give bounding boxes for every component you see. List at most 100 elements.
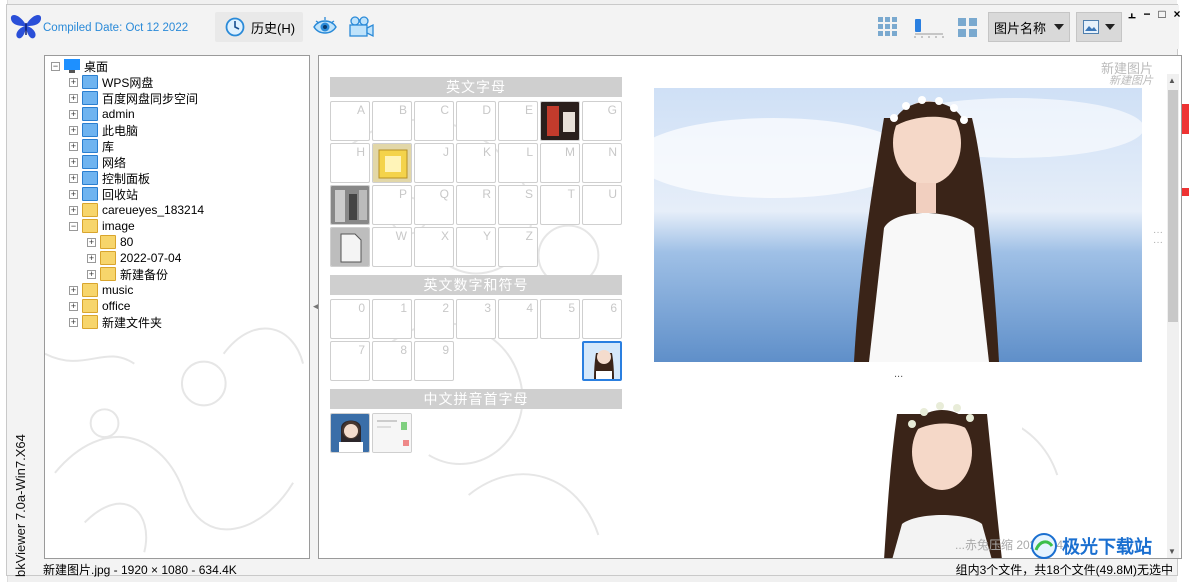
butterfly-logo	[10, 15, 42, 39]
tree-item[interactable]: + 控制面板	[51, 170, 204, 186]
grid-large-icon[interactable]	[958, 18, 977, 37]
tree-item[interactable]: + 新建备份	[51, 266, 204, 282]
preview-image-small[interactable]	[862, 394, 1022, 559]
index-cell-M[interactable]: M	[540, 143, 580, 183]
index-cell-label: S	[524, 187, 533, 201]
index-cell-B[interactable]: B	[372, 101, 412, 141]
index-cell-label: W	[395, 229, 407, 243]
index-cell-label: G	[607, 103, 617, 117]
index-cell-L[interactable]: L	[498, 143, 538, 183]
folder-icon	[82, 315, 98, 329]
index-cell-0[interactable]: 0	[330, 299, 370, 339]
tree-root[interactable]: − 桌面	[51, 58, 204, 74]
index-cell-P[interactable]: P	[372, 185, 412, 225]
tree-item[interactable]: + music	[51, 282, 204, 298]
tree-item[interactable]: + 新建文件夹	[51, 314, 204, 330]
index-cell-Z[interactable]: Z	[498, 227, 538, 267]
expand-icon[interactable]: +	[69, 93, 78, 103]
index-cell-N[interactable]: N	[582, 143, 622, 183]
expand-icon[interactable]: +	[69, 301, 78, 311]
tree-item[interactable]: + 库	[51, 138, 204, 154]
close-icon[interactable]: ×	[1172, 7, 1182, 22]
index-cell-R[interactable]: R	[456, 185, 496, 225]
index-cell-D[interactable]: D	[456, 101, 496, 141]
scroll-up-icon[interactable]: ▲	[1168, 76, 1176, 85]
maximize-icon[interactable]: □	[1157, 7, 1167, 22]
index-cell-7[interactable]: 7	[330, 341, 370, 381]
index-cell-9[interactable]: 9	[414, 341, 454, 381]
folder-tree-panel[interactable]: − 桌面 + WPS网盘 + 百度网盘同步空间 + admin + 此电脑 + 库 + 网络 + 控制面板…	[44, 55, 310, 559]
index-cell-U[interactable]: U	[582, 185, 622, 225]
tree-item[interactable]: +2022-07-04	[51, 250, 204, 266]
tree-item[interactable]: − image	[51, 218, 204, 234]
main-window: Compiled Date: Oct 12 2022 历史(H) 图片名称 ⫠ …	[6, 4, 1182, 577]
expand-icon[interactable]: +	[69, 141, 78, 151]
preview-image-large[interactable]	[654, 88, 1142, 362]
expand-icon[interactable]: +	[87, 237, 96, 247]
expand-icon[interactable]: +	[69, 205, 78, 215]
index-cell-1[interactable]: 1	[372, 299, 412, 339]
index-cell-X[interactable]: X	[414, 227, 454, 267]
index-cell-W[interactable]: W	[372, 227, 412, 267]
tree-item[interactable]: + WPS网盘	[51, 74, 204, 90]
thumbnail-screenshot[interactable]	[372, 413, 412, 453]
minimize-icon[interactable]: −	[1142, 7, 1152, 22]
thumbnail-selected-portrait[interactable]	[582, 341, 622, 381]
collapse-icon[interactable]: −	[51, 61, 60, 71]
expand-icon[interactable]: +	[69, 173, 78, 183]
expand-icon[interactable]: +	[69, 157, 78, 167]
thumbnail-dark-photo[interactable]	[540, 101, 580, 141]
expand-icon[interactable]: +	[69, 285, 78, 295]
vertical-scrollbar[interactable]: ▲ ▼	[1167, 74, 1179, 558]
index-cell-T[interactable]: T	[540, 185, 580, 225]
thumbnail-document[interactable]	[330, 227, 370, 267]
expand-icon[interactable]: +	[69, 125, 78, 135]
pin-icon[interactable]: ⫠	[1127, 7, 1137, 22]
tree-item[interactable]: + 此电脑	[51, 122, 204, 138]
history-button[interactable]: 历史(H)	[215, 12, 303, 42]
collapse-icon[interactable]: −	[69, 221, 78, 231]
expand-icon[interactable]: +	[69, 77, 78, 87]
index-cell-S[interactable]: S	[498, 185, 538, 225]
index-cell-5[interactable]: 5	[540, 299, 580, 339]
index-cell-2[interactable]: 2	[414, 299, 454, 339]
thumbnail-panel[interactable]: 新建图片 新建图片 英文字母 ABCDEFGHIJKLMNOPQRSTUVWXY…	[318, 55, 1182, 559]
tree-item[interactable]: + 网络	[51, 154, 204, 170]
index-cell-G[interactable]: G	[582, 101, 622, 141]
index-cell-H[interactable]: H	[330, 143, 370, 183]
index-cell-4[interactable]: 4	[498, 299, 538, 339]
tree-item[interactable]: + admin	[51, 106, 204, 122]
expand-icon[interactable]: +	[69, 317, 78, 327]
scroll-thumb[interactable]	[1168, 90, 1178, 322]
eye-icon[interactable]	[312, 14, 338, 40]
sort-dropdown[interactable]: 图片名称	[988, 12, 1070, 42]
index-cell-8[interactable]: 8	[372, 341, 412, 381]
thumbnail-portrait[interactable]	[330, 413, 370, 453]
view-mode-dropdown[interactable]	[1076, 12, 1122, 42]
index-cell-E[interactable]: E	[498, 101, 538, 141]
tree-item[interactable]: + 回收站	[51, 186, 204, 202]
expand-icon[interactable]: +	[87, 269, 96, 279]
size-slider[interactable]	[913, 17, 945, 39]
thumbnail-yellow-icon[interactable]	[372, 143, 412, 183]
index-cell-3[interactable]: 3	[456, 299, 496, 339]
tree-item[interactable]: +80	[51, 234, 204, 250]
tree-item[interactable]: + careueyes_183214	[51, 202, 204, 218]
index-cell-label: 8	[400, 343, 407, 357]
grid-small-icon[interactable]	[878, 17, 898, 37]
tree-item[interactable]: + office	[51, 298, 204, 314]
index-cell-A[interactable]: A	[330, 101, 370, 141]
expand-icon[interactable]: +	[87, 253, 96, 263]
index-cell-C[interactable]: C	[414, 101, 454, 141]
expand-icon[interactable]: +	[69, 189, 78, 199]
tree-item[interactable]: + 百度网盘同步空间	[51, 90, 204, 106]
camera-icon[interactable]	[347, 14, 375, 40]
index-cell-Y[interactable]: Y	[456, 227, 496, 267]
index-cell-J[interactable]: J	[414, 143, 454, 183]
index-cell-Q[interactable]: Q	[414, 185, 454, 225]
thumbnail-grayscale[interactable]	[330, 185, 370, 225]
section-header-digits: 英文数字和符号	[330, 275, 622, 295]
expand-icon[interactable]: +	[69, 109, 78, 119]
index-cell-6[interactable]: 6	[582, 299, 622, 339]
index-cell-K[interactable]: K	[456, 143, 496, 183]
